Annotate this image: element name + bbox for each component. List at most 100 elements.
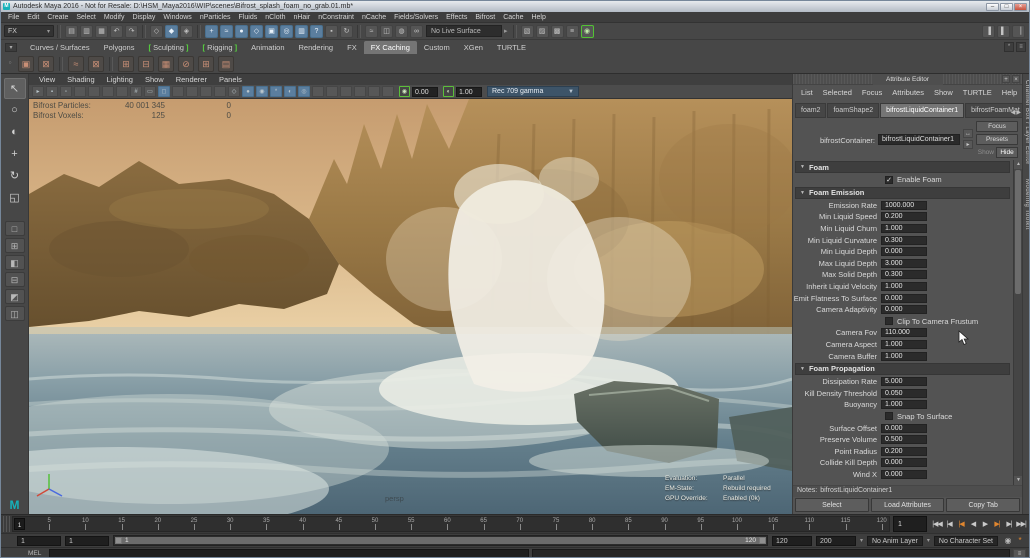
snap-curve-icon[interactable]: ≈: [220, 25, 233, 38]
render-frame-icon[interactable]: ▧: [521, 25, 534, 38]
shelf-tab-animation[interactable]: Animation: [244, 41, 291, 54]
minimize-button[interactable]: –: [986, 3, 999, 11]
persp-outliner-layout-button[interactable]: ◧: [5, 255, 25, 270]
wireframe-icon[interactable]: ◇: [228, 86, 240, 97]
scale-tool-icon[interactable]: ◱: [4, 188, 26, 209]
input-connections-icon[interactable]: ▥: [295, 25, 308, 38]
ae-tab-foamshape2[interactable]: foamShape2: [827, 103, 879, 118]
redo-icon[interactable]: ↷: [125, 25, 138, 38]
field-min-liquid-depth[interactable]: 0.000: [881, 247, 927, 256]
soft-selection-icon[interactable]: ◍: [395, 25, 408, 38]
sidebar-channel-box-icon[interactable]: ▕: [1012, 25, 1025, 38]
field-inherit-liquid-velocity[interactable]: 1.000: [881, 282, 927, 291]
exposure-field[interactable]: 0.00: [412, 87, 438, 97]
shelf-tab-curves-surfaces[interactable]: Curves / Surfaces: [23, 41, 97, 54]
paint-select-tool-icon[interactable]: ◐: [4, 122, 26, 143]
title-bar[interactable]: M Autodesk Maya 2016 - Not for Resale: D…: [1, 1, 1029, 12]
menu-create[interactable]: Create: [43, 12, 72, 23]
camera-attributes-icon[interactable]: ▫: [60, 86, 72, 97]
connection-swap-icon[interactable]: ↔: [963, 129, 973, 138]
ae-tab-bifrostliquidcontainer1[interactable]: bifrostLiquidContainer1: [880, 103, 964, 118]
field-buoyancy[interactable]: 1.000: [881, 400, 927, 409]
step-forward-frame-button[interactable]: ▶|: [1003, 518, 1015, 531]
open-scene-icon[interactable]: ▥: [80, 25, 93, 38]
depth-of-field-icon[interactable]: [340, 86, 352, 97]
anim-layer-dropdown[interactable]: No Anim Layer: [867, 536, 923, 546]
bookmark-icon[interactable]: [74, 86, 86, 97]
field-surface-offset[interactable]: 0.000: [881, 424, 927, 433]
save-scene-icon[interactable]: ▦: [95, 25, 108, 38]
shelf-tab-rendering[interactable]: Rendering: [292, 41, 341, 54]
grid-icon[interactable]: #: [130, 86, 142, 97]
animation-preferences-icon[interactable]: *: [1014, 535, 1026, 547]
undo-icon[interactable]: ↶: [110, 25, 123, 38]
field-wind-x[interactable]: 0.000: [881, 470, 927, 479]
current-frame-marker[interactable]: 1: [14, 518, 25, 530]
field-collide-kill-depth[interactable]: 0.000: [881, 458, 927, 467]
sidebar-tool-settings-icon[interactable]: ▌: [997, 25, 1010, 38]
menuset-selector[interactable]: FX▾: [4, 25, 54, 37]
outliner-persp-layout-button[interactable]: ◫: [5, 306, 25, 321]
shelf-overflow-icon[interactable]: ○: [6, 60, 14, 68]
ae-menu-attributes[interactable]: Attributes: [887, 88, 929, 97]
load-attributes-button[interactable]: Load Attributes: [871, 498, 945, 512]
character-set-dropdown[interactable]: No Character Set: [934, 536, 998, 546]
xray-icon[interactable]: [368, 86, 380, 97]
go-to-end-button[interactable]: ▶▶|: [1015, 518, 1027, 531]
menu-modify[interactable]: Modify: [100, 12, 129, 23]
textured-icon[interactable]: ◉: [256, 86, 268, 97]
hide-button[interactable]: Hide: [996, 147, 1018, 158]
viewport-menu-lighting[interactable]: Lighting: [101, 75, 139, 84]
shelf-tab-turtle[interactable]: TURTLE: [490, 41, 533, 54]
step-back-frame-button[interactable]: |◀: [943, 518, 955, 531]
shaded-icon[interactable]: ●: [242, 86, 254, 97]
snap-projected-center-icon[interactable]: ◇: [250, 25, 263, 38]
menu-cache[interactable]: Cache: [499, 12, 527, 23]
gamma-icon[interactable]: ◐: [443, 86, 454, 97]
checkbox-snap-to-surface[interactable]: [885, 412, 893, 420]
shelf-tab-rigging[interactable]: [ Rigging ]: [196, 41, 245, 54]
safe-title-icon[interactable]: [214, 86, 226, 97]
selection-highlight-icon[interactable]: ?: [310, 25, 323, 38]
range-slider-bar-inner[interactable]: 1 120: [115, 537, 766, 544]
play-forward-button[interactable]: ▶: [979, 518, 991, 531]
menu-help[interactable]: Help: [527, 12, 549, 23]
sidebar-tab-modeling-toolkit[interactable]: Modeling Toolkit: [1024, 179, 1030, 230]
ae-menu-selected[interactable]: Selected: [818, 88, 857, 97]
live-surface-expand-icon[interactable]: ▸: [504, 27, 508, 35]
viewport-menu-renderer[interactable]: Renderer: [170, 75, 213, 84]
maximize-button[interactable]: □: [1000, 3, 1013, 11]
menu-nparticles[interactable]: nParticles: [196, 12, 235, 23]
cache-delete-icon[interactable]: ⊠: [38, 56, 54, 72]
menu-select[interactable]: Select: [72, 12, 99, 23]
scrollbar[interactable]: ▲ ▼: [1013, 160, 1022, 485]
menu-effects[interactable]: Effects: [442, 12, 471, 23]
playback-end-field[interactable]: 120: [772, 536, 812, 546]
scrollbar-thumb[interactable]: [1015, 170, 1021, 294]
select-button[interactable]: Select: [795, 498, 869, 512]
ae-tab-foam2[interactable]: foam2: [795, 103, 826, 118]
viewport-menu-show[interactable]: Show: [139, 75, 170, 84]
snap-magnet-icon[interactable]: ≈: [365, 25, 378, 38]
exposure-icon[interactable]: ◉: [399, 86, 410, 97]
chevron-down-icon[interactable]: ▾: [860, 537, 863, 544]
film-gate-icon[interactable]: ▭: [144, 86, 156, 97]
ncache-create-icon[interactable]: ≈: [68, 56, 84, 72]
lock-selection-icon[interactable]: ▪: [325, 25, 338, 38]
select-camera-icon[interactable]: ▸: [32, 86, 44, 97]
section-header-foam[interactable]: ▼Foam: [795, 161, 1010, 173]
tab-scroll-left-icon[interactable]: ◀: [1011, 109, 1016, 116]
snap-grid-icon[interactable]: +: [205, 25, 218, 38]
select-object-icon[interactable]: ◆: [165, 25, 178, 38]
expand-connection-icon[interactable]: ▸: [963, 140, 973, 149]
geometry-cache-delete-icon[interactable]: ⊟: [138, 56, 154, 72]
section-header-foam-emission[interactable]: ▼Foam Emission: [795, 187, 1010, 199]
field-chart-icon[interactable]: [186, 86, 198, 97]
single-pane-layout-button[interactable]: □: [5, 221, 25, 236]
gamma-field[interactable]: 1.00: [456, 87, 482, 97]
field-emit-flatness-to-surface[interactable]: 0.000: [881, 294, 927, 303]
drag-handle[interactable]: [3, 516, 10, 532]
go-to-start-button[interactable]: |◀◀: [931, 518, 943, 531]
ipr-render-icon[interactable]: ▨: [536, 25, 549, 38]
show-label[interactable]: Show: [976, 149, 994, 156]
